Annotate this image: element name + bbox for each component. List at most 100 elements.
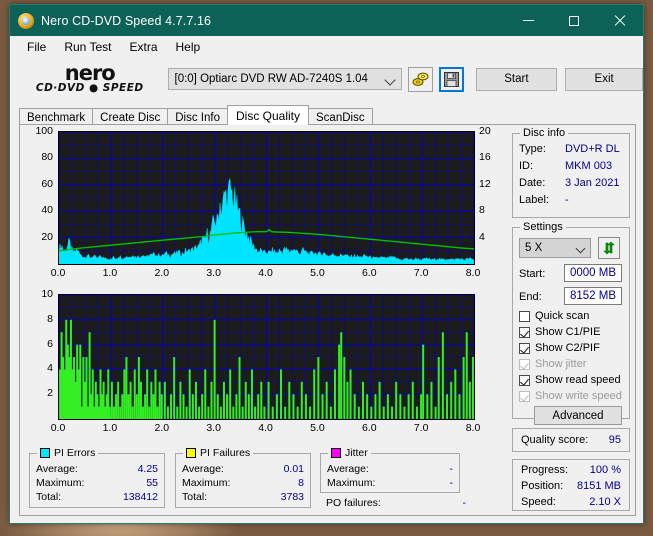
speed-select-value: 5 X	[525, 242, 543, 254]
position-label: Position:	[521, 480, 564, 492]
quality-score-row: Quality score: 95	[513, 429, 629, 451]
checkbox-icon	[519, 374, 530, 386]
x-tick-label: 4.0	[258, 422, 273, 434]
menu-item-run-test[interactable]: Run Test	[55, 38, 120, 56]
x-tick-label: 3.0	[206, 267, 221, 279]
settings-legend: Settings	[520, 221, 566, 233]
disc-info-type-value: DVD+R DL	[565, 143, 620, 155]
drive-select[interactable]: [0:0] Optiarc DVD RW AD-7240S 1.04	[167, 68, 402, 90]
tab-disc-quality[interactable]: Disc Quality	[227, 105, 310, 125]
pi-errors-maximum-label: Maximum:	[36, 477, 85, 489]
x-tick-label: 8.0	[465, 422, 481, 434]
chevron-down-icon	[575, 243, 586, 254]
disc-info-id-row: ID: MKM 003	[513, 158, 629, 175]
pi-failures-chart: 10 8 6 4 2 0.0 1.0 2.0 3.0 4.0 5.0 6.0 7.0 8.0	[22, 288, 502, 445]
save-button[interactable]	[438, 66, 464, 92]
disc-info-group: Disc info Type: DVD+R DL ID: MKM 003 Date:…	[512, 127, 630, 218]
x-tick-label: 1.0	[102, 267, 118, 279]
pi-failures-stats-title: PI Failures	[200, 447, 251, 459]
menu-item-file[interactable]: File	[18, 38, 55, 56]
tab-scandisc[interactable]: ScanDisc	[308, 108, 373, 125]
pi-failures-stats-legend: PI Failures	[183, 447, 254, 459]
eject-button[interactable]	[407, 66, 433, 92]
po-failures-label: PO failures:	[326, 497, 381, 509]
menu-item-help[interactable]: Help	[167, 38, 210, 56]
minimize-button[interactable]	[505, 5, 551, 36]
start-button[interactable]: Start	[475, 67, 558, 91]
table-row: Total: 138412	[30, 490, 164, 504]
table-row: Average: -	[321, 462, 459, 476]
y-tick-label: 80	[41, 151, 53, 164]
speed-row: Speed: 2.10 X	[513, 494, 629, 510]
pi-errors-stats: PI Errors Average: 4.25 Maximum: 55 Total:…	[29, 447, 165, 508]
maximize-button[interactable]	[551, 5, 597, 36]
tab-benchmark-label: Benchmark	[27, 112, 86, 124]
pi-errors-stats-title: PI Errors	[54, 447, 96, 459]
drive-select-value: [0:0] Optiarc DVD RW AD-7240S 1.04	[174, 73, 368, 85]
jitter-maximum-label: Maximum:	[327, 477, 376, 489]
jitter-color-swatch	[331, 448, 341, 458]
refresh-arrows-icon	[603, 241, 615, 255]
y-tick-label: 100	[35, 125, 53, 137]
close-button[interactable]	[597, 5, 643, 36]
title-bar: Nero CD-DVD Speed 4.7.7.16	[10, 5, 643, 36]
tab-benchmark[interactable]: Benchmark	[19, 108, 94, 125]
chevron-down-icon	[384, 74, 396, 86]
window-title: Nero CD-DVD Speed 4.7.7.16	[41, 13, 212, 28]
table-row: Average: 0.01	[176, 462, 310, 476]
checkbox-show-write-speed: Show write speed	[513, 388, 629, 404]
quality-score-group: Quality score: 95	[512, 428, 630, 452]
start-field[interactable]: 0000 MB	[564, 264, 622, 282]
jitter-stats-legend: Jitter	[328, 447, 371, 459]
pi-errors-average-value: 4.25	[137, 463, 158, 475]
x-tick-label: 5.0	[310, 422, 325, 434]
tab-disc-info-label: Disc Info	[175, 112, 220, 124]
x-tick-label: 7.0	[413, 267, 429, 279]
disc-info-type-row: Type: DVD+R DL	[513, 141, 629, 158]
exit-button[interactable]: Exit	[565, 67, 643, 91]
jitter-average-value: -	[449, 463, 454, 475]
checkbox-show-c1-pie[interactable]: Show C1/PIE	[513, 324, 629, 340]
tab-create-disc[interactable]: Create Disc	[92, 108, 169, 125]
app-icon	[18, 12, 34, 29]
pi-failures-svg	[58, 294, 475, 420]
x-tick-label: 0.0	[50, 267, 66, 279]
y-tick-label: 20	[41, 230, 53, 243]
checkbox-show-write-speed-label: Show write speed	[535, 390, 622, 402]
pi-failures-average-label: Average:	[182, 463, 224, 475]
speed-select[interactable]: 5 X	[519, 238, 591, 258]
menu-item-extra[interactable]: Extra	[120, 38, 166, 56]
table-row: Maximum: 55	[30, 476, 164, 490]
end-field-value: 8152 MB	[570, 290, 617, 302]
checkbox-show-c2-pif[interactable]: Show C2/PIF	[513, 340, 629, 356]
advanced-button[interactable]: Advanced	[534, 406, 622, 425]
checkbox-quick-scan[interactable]: Quick scan	[513, 308, 629, 324]
y2-tick-label: 4	[479, 230, 485, 243]
checkbox-show-read-speed[interactable]: Show read speed	[513, 372, 629, 388]
y-tick-label: 60	[41, 177, 53, 190]
y-tick-label: 8	[47, 312, 53, 325]
pi-errors-color-swatch	[40, 448, 50, 458]
x-tick-label: 2.0	[154, 267, 170, 279]
tab-disc-info[interactable]: Disc Info	[167, 108, 228, 125]
x-tick-label: 0.0	[50, 422, 66, 434]
quality-score-label: Quality score:	[521, 434, 589, 446]
end-field[interactable]: 8152 MB	[564, 287, 622, 305]
pi-errors-total-label: Total:	[36, 491, 62, 503]
pi-failures-maximum-value: 8	[298, 477, 304, 489]
disc-info-id-label: ID:	[519, 160, 534, 172]
x-tick-label: 2.0	[154, 422, 170, 434]
progress-row: Progress: 100 %	[513, 462, 629, 478]
pi-failures-total-label: Total:	[182, 491, 208, 503]
refresh-button[interactable]	[598, 237, 620, 259]
pi-failures-color-swatch	[186, 448, 196, 458]
jitter-maximum-value: -	[449, 477, 454, 489]
table-row: Total: 3783	[176, 490, 310, 504]
disc-info-label-label: Label:	[519, 194, 549, 206]
x-tick-label: 3.0	[206, 422, 221, 434]
speed-value: 2.10 X	[589, 496, 621, 508]
pi-errors-total-value: 138412	[122, 491, 158, 503]
pi-errors-chart: 100 80 60 40 20 20 16 12 8 4 0.0 1.0 2.0 3.0 4.0 5.0 6…	[22, 125, 502, 287]
exit-button-label: Exit	[594, 73, 614, 85]
logo-wordmark: nero	[64, 61, 116, 85]
